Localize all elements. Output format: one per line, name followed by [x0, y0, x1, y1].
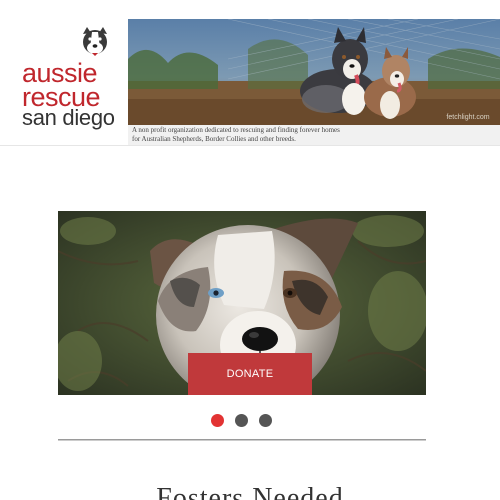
- banner-credit: fetchlight.com: [446, 114, 489, 121]
- slider-dot-1[interactable]: [211, 414, 224, 427]
- tagline-line-2: for Australian Shepherds, Border Collies…: [132, 135, 296, 143]
- slider-pagination: [211, 414, 272, 427]
- section-divider: [58, 439, 426, 441]
- header-tagline: A non profit organization dedicated to r…: [128, 125, 500, 145]
- section-title: Fosters Needed: [156, 483, 344, 500]
- tagline-line-1: A non profit organization dedicated to r…: [132, 126, 340, 134]
- header-banner-image: fetchlight.com: [128, 19, 500, 125]
- donate-button[interactable]: DONATE: [188, 353, 312, 395]
- dog-logo-icon: [83, 27, 107, 56]
- slider-dot-3[interactable]: [259, 414, 272, 427]
- slider-dot-2[interactable]: [235, 414, 248, 427]
- logo-word-san-diego: san diego: [22, 105, 115, 130]
- site-logo[interactable]: aussie rescue san diego: [18, 24, 122, 134]
- site-header: aussie rescue san diego fetchlight.com A…: [0, 0, 500, 146]
